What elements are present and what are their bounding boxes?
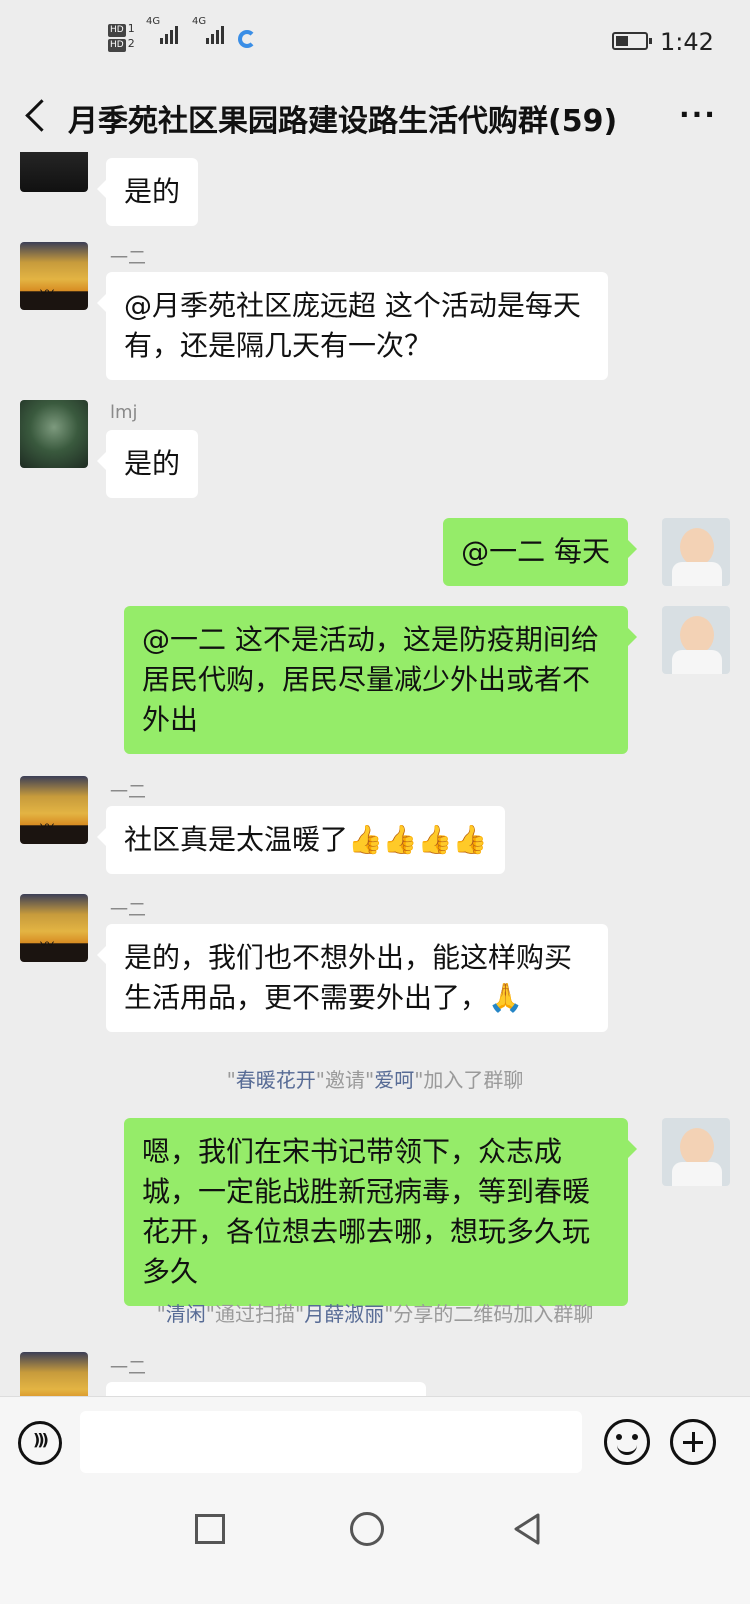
back-nav-icon[interactable] [510, 1512, 544, 1546]
sender-name: lmj [110, 402, 138, 423]
message-list[interactable]: 是的 一二 @月季苑社区庞远超 这个活动是每天有，还是隔几天有一次？ lmj 是… [0, 152, 750, 1428]
recents-icon[interactable] [195, 1514, 225, 1544]
emoji-icon[interactable] [604, 1419, 650, 1465]
message-bubble[interactable]: 是的 [96, 158, 199, 226]
battery-icon [612, 32, 652, 50]
more-options-icon[interactable]: ··· [674, 100, 722, 130]
avatar[interactable] [20, 242, 88, 310]
sim1-badge: HD [108, 24, 126, 37]
chat-header: 月季苑社区果园路建设路生活代购群(59) ··· [0, 80, 750, 152]
avatar[interactable] [662, 606, 730, 674]
avatar[interactable] [20, 776, 88, 844]
message-bubble[interactable]: @一二 每天 [443, 518, 637, 586]
sim2-number: 2 [127, 37, 135, 50]
sender-name: 一二 [110, 900, 146, 921]
message-bubble[interactable]: 是的 [96, 430, 199, 498]
message-bubble[interactable]: 嗯，我们在宋书记带领下，众志成城，一定能战胜新冠病毒，等到春暖花开，各位想去哪去… [124, 1118, 637, 1306]
network-type-2: 4G [192, 16, 207, 27]
back-icon[interactable] [18, 96, 58, 136]
avatar[interactable] [20, 894, 88, 962]
avatar[interactable] [662, 1118, 730, 1186]
sender-name: 一二 [110, 782, 146, 803]
system-notice: "清闲"通过扫描"月薛淑丽"分享的二维码加入群聊 [156, 1302, 594, 1326]
message-input[interactable] [80, 1411, 582, 1473]
member-name[interactable]: 爱呵 [374, 1068, 414, 1092]
voice-icon[interactable] [18, 1421, 62, 1465]
sync-icon [238, 30, 256, 48]
message-text: 社区真是太温暖了 [124, 823, 349, 856]
message-bubble[interactable]: 是的，我们也不想外出，能这样购买生活用品，更不需要外出了，🙏 [97, 924, 608, 1032]
member-name[interactable]: 月薛淑丽 [304, 1302, 384, 1326]
message-bubble[interactable]: @月季苑社区庞远超 这个活动是每天有，还是隔几天有一次？ [97, 272, 608, 380]
sim2-badge: HD [108, 39, 126, 52]
message-bubble[interactable]: 社区真是太温暖了👍👍👍👍 [96, 806, 506, 874]
group-title: 月季苑社区果园路建设路生活代购群(59) [68, 104, 618, 139]
avatar[interactable] [20, 152, 88, 192]
system-navigation-bar [0, 1490, 750, 1604]
sender-name: 一二 [110, 1358, 146, 1379]
member-name[interactable]: 清闲 [166, 1302, 206, 1326]
pray-icon: 🙏 [488, 981, 523, 1014]
avatar[interactable] [20, 400, 88, 468]
avatar[interactable] [662, 518, 730, 586]
member-name[interactable]: 春暖花开 [236, 1068, 316, 1092]
status-bar: HD 1 HD 2 4G 4G 1:42 [0, 0, 750, 80]
message-bubble[interactable]: @一二 这不是活动，这是防疫期间给居民代购，居民尽量减少外出或者不外出 [124, 606, 637, 754]
network-type-1: 4G [146, 16, 161, 27]
plus-icon[interactable] [670, 1419, 716, 1465]
signal-bars-1-icon [160, 26, 178, 44]
sim-indicators: HD 1 HD 2 [108, 22, 135, 52]
sim1-number: 1 [127, 22, 135, 35]
signal-bars-2-icon [206, 26, 224, 44]
thumbs-up-icon: 👍👍👍👍 [348, 823, 488, 856]
clock: 1:42 [660, 28, 714, 56]
sender-name: 一二 [110, 248, 146, 269]
home-icon[interactable] [350, 1512, 384, 1546]
system-notice: "春暖花开"邀请"爱呵"加入了群聊 [226, 1068, 524, 1092]
input-bar [0, 1396, 750, 1490]
